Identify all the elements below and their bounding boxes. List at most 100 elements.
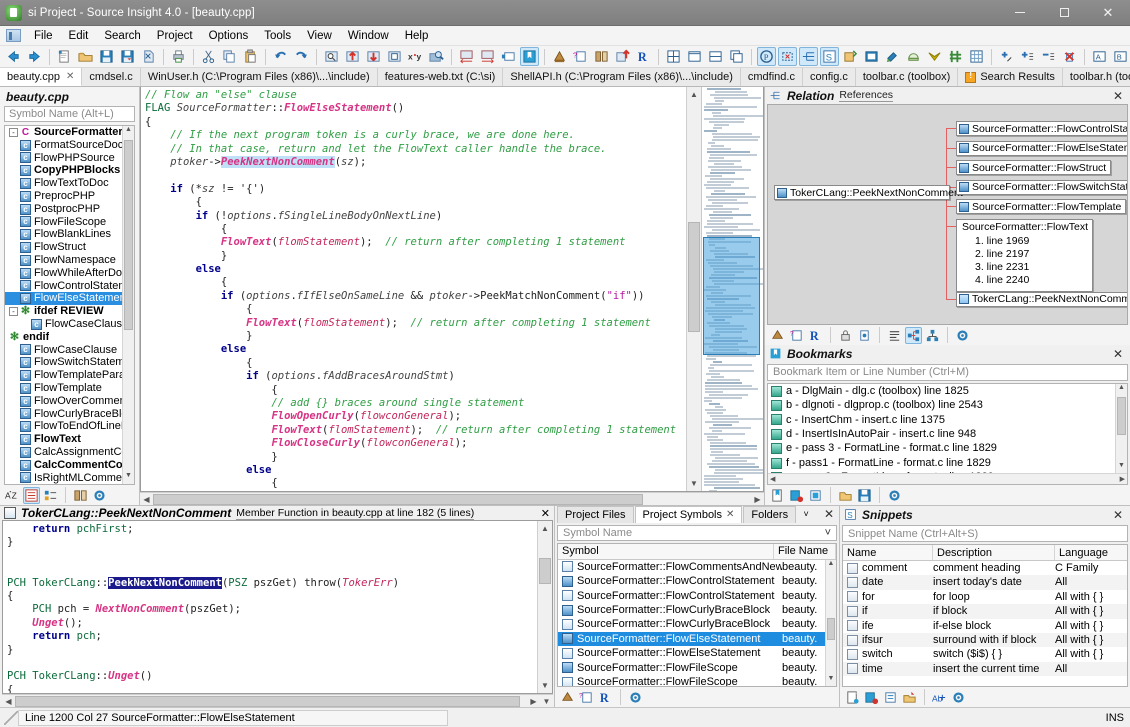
relation-reference-line[interactable]: 3. line 2231 [957,261,1092,274]
browse-icon[interactable] [559,689,576,706]
table-row[interactable]: commentcomment headingC Family [843,561,1127,575]
symbol-tree-item[interactable]: -CSourceFormatter [5,126,134,139]
relation-graph[interactable]: TokerCLang::PeekNextNonCommentSourceForm… [767,104,1128,325]
grid-icon[interactable] [967,47,986,66]
book-icon[interactable] [72,487,89,504]
relation-reference-line[interactable]: 1. line 1969 [957,235,1092,248]
menu-help[interactable]: Help [397,28,437,44]
context-icon[interactable]: ? [788,327,805,344]
context-code-view[interactable]: return pchFirst;} PCH TokerCLang::PeekNe… [3,521,537,693]
column-header-filename[interactable]: File Name [774,544,836,559]
column-header-language[interactable]: Language [1055,545,1127,560]
project-symbol-search-input[interactable]: Symbol Name ˅ [557,525,837,542]
hscroll-thumb[interactable] [153,494,643,505]
calls-icon[interactable] [904,47,923,66]
bookmarks-vertical-scrollbar[interactable]: ▲▼ [1115,384,1127,473]
relation-reference-line[interactable]: 4. line 2240 [957,274,1092,287]
scroll-up-icon[interactable]: ▲ [123,126,134,138]
table-row[interactable]: ifeif-else blockAll with { } [843,619,1127,633]
symbol-tree-item[interactable]: cFlowFileScope [5,216,134,229]
menu-edit[interactable]: Edit [61,28,97,44]
menu-window[interactable]: Window [340,28,397,44]
search-project-icon[interactable] [427,47,446,66]
indent-right-icon[interactable] [478,47,497,66]
menu-search[interactable]: Search [96,28,148,44]
project-panel-tab[interactable]: Project Files [557,506,634,523]
symbol-tree-scrollbar[interactable]: ▲▼ [122,126,134,484]
symbol-tree-item[interactable]: cCountNonWhiteOnl [5,484,134,485]
abbrev-icon[interactable]: Ab [931,689,948,706]
scroll-down-icon[interactable]: ▼ [826,675,836,686]
system-menu-icon[interactable] [6,29,21,42]
project-symbols-listbox[interactable]: Symbol File Name SourceFormatter::FlowCo… [557,543,837,687]
document-tab[interactable]: beauty.cpp✕ [0,68,82,86]
menu-tools[interactable]: Tools [256,28,299,44]
context-icon[interactable]: ? [578,689,595,706]
chevron-down-icon[interactable]: ˅ [825,527,831,539]
hscroll-right-icon[interactable]: ▶ [527,697,540,706]
bookmark-icon[interactable] [520,47,539,66]
document-tab[interactable]: WinUser.h (C:\Program Files (x86)\...\in… [141,68,378,86]
cascade-icon[interactable] [727,47,746,66]
vertical-graph-icon[interactable] [924,327,941,344]
scroll-up-icon[interactable]: ▲ [1116,384,1127,395]
symbol-tree-item[interactable]: cFlowOverComment [5,395,134,408]
hscroll-thumb[interactable] [15,696,520,707]
delete-snippet-icon[interactable] [863,689,880,706]
project-panel-tab[interactable]: Folders [743,506,796,523]
context-window-icon[interactable]: ? [571,47,590,66]
symbol-tree-item[interactable]: cFlowCaseClause1 [5,318,134,331]
table-row[interactable]: SourceFormatter::FlowFileScopebeauty. [558,661,836,675]
close-file-icon[interactable] [139,47,158,66]
replace-icon[interactable]: x•y [406,47,425,66]
relation-node[interactable]: SourceFormatter::FlowSwitchStatement [956,180,1128,195]
context-panel-close-icon[interactable]: ✕ [541,507,550,520]
hscroll-track[interactable] [15,696,527,707]
minimap-viewport[interactable] [703,237,760,355]
column-header-symbol[interactable]: Symbol [558,544,774,559]
project-panel-tab-close-icon[interactable]: ✕ [726,509,734,520]
editor-vertical-scrollbar[interactable]: ▲ ▼ [686,87,701,491]
menu-project[interactable]: Project [149,28,201,44]
relation-node-group[interactable]: SourceFormatter::FlowText1. line 19692. … [956,219,1093,292]
scroll-down-icon[interactable]: ▼ [538,678,552,693]
project-panel-tab[interactable]: Project Symbols✕ [635,506,743,523]
project-panel-tab-overflow-icon[interactable]: ˅ [797,506,815,523]
bookmark-item[interactable]: e - pass 3 - FormatLine - format.c line … [768,441,1127,455]
scroll-thumb[interactable] [827,618,835,640]
table-row[interactable]: SourceFormatter::FlowCommentsAndNewLineb… [558,560,836,574]
hscroll-right-icon[interactable]: ▶ [751,495,764,504]
symbol-tree-item[interactable]: ✻endif [5,331,134,344]
symbol-tree-item[interactable]: cCalcCommentColun [5,459,134,472]
relation-node[interactable]: SourceFormatter::FlowText [957,220,1092,235]
gear-icon[interactable] [886,487,903,504]
window-icon[interactable] [685,47,704,66]
table-row[interactable]: ifsursurround with if blockAll with { } [843,633,1127,647]
scroll-thumb[interactable] [539,558,551,584]
symbol-tree-item[interactable]: cFlowPHPSource [5,152,134,165]
menu-view[interactable]: View [299,28,340,44]
search-down-icon[interactable] [364,47,383,66]
redo-icon[interactable] [292,47,311,66]
back-arrow-icon[interactable] [4,47,23,66]
search-up-icon[interactable] [343,47,362,66]
editor-horizontal-scrollbar[interactable]: ◀ ▶ [140,492,764,505]
resize-grip[interactable] [4,711,18,725]
print-icon[interactable] [169,47,188,66]
refresh-icon[interactable] [856,327,873,344]
context-horizontal-scrollbar[interactable]: ◀ ▶ ▼ [2,694,553,707]
bookmark-search-input[interactable]: Bookmark Item or Line Number (Ctrl+M) [767,364,1128,381]
symbol-tree-item[interactable]: cCalcAssignmentCol [5,446,134,459]
table-row[interactable]: SourceFormatter::FlowControlStatementbea… [558,589,836,603]
relation-root-node[interactable]: TokerCLang::PeekNextNonComment [774,185,950,200]
relation-node[interactable]: SourceFormatter::FlowTemplate [956,199,1126,214]
hscroll-down-icon[interactable]: ▼ [540,697,553,706]
bookmark-item[interactable]: f - pass1 - FormatLine - format.c line 1… [768,456,1127,470]
project-icon[interactable]: P [757,47,776,66]
symbol-tree-item[interactable]: cFormatSourceDoc [5,139,134,152]
panel-a-icon[interactable]: A [1090,47,1109,66]
maximize-button[interactable] [1042,0,1086,25]
hscroll-right-icon[interactable]: ▶ [1120,475,1125,483]
menu-file[interactable]: File [26,28,61,44]
new-file-icon[interactable] [55,47,74,66]
